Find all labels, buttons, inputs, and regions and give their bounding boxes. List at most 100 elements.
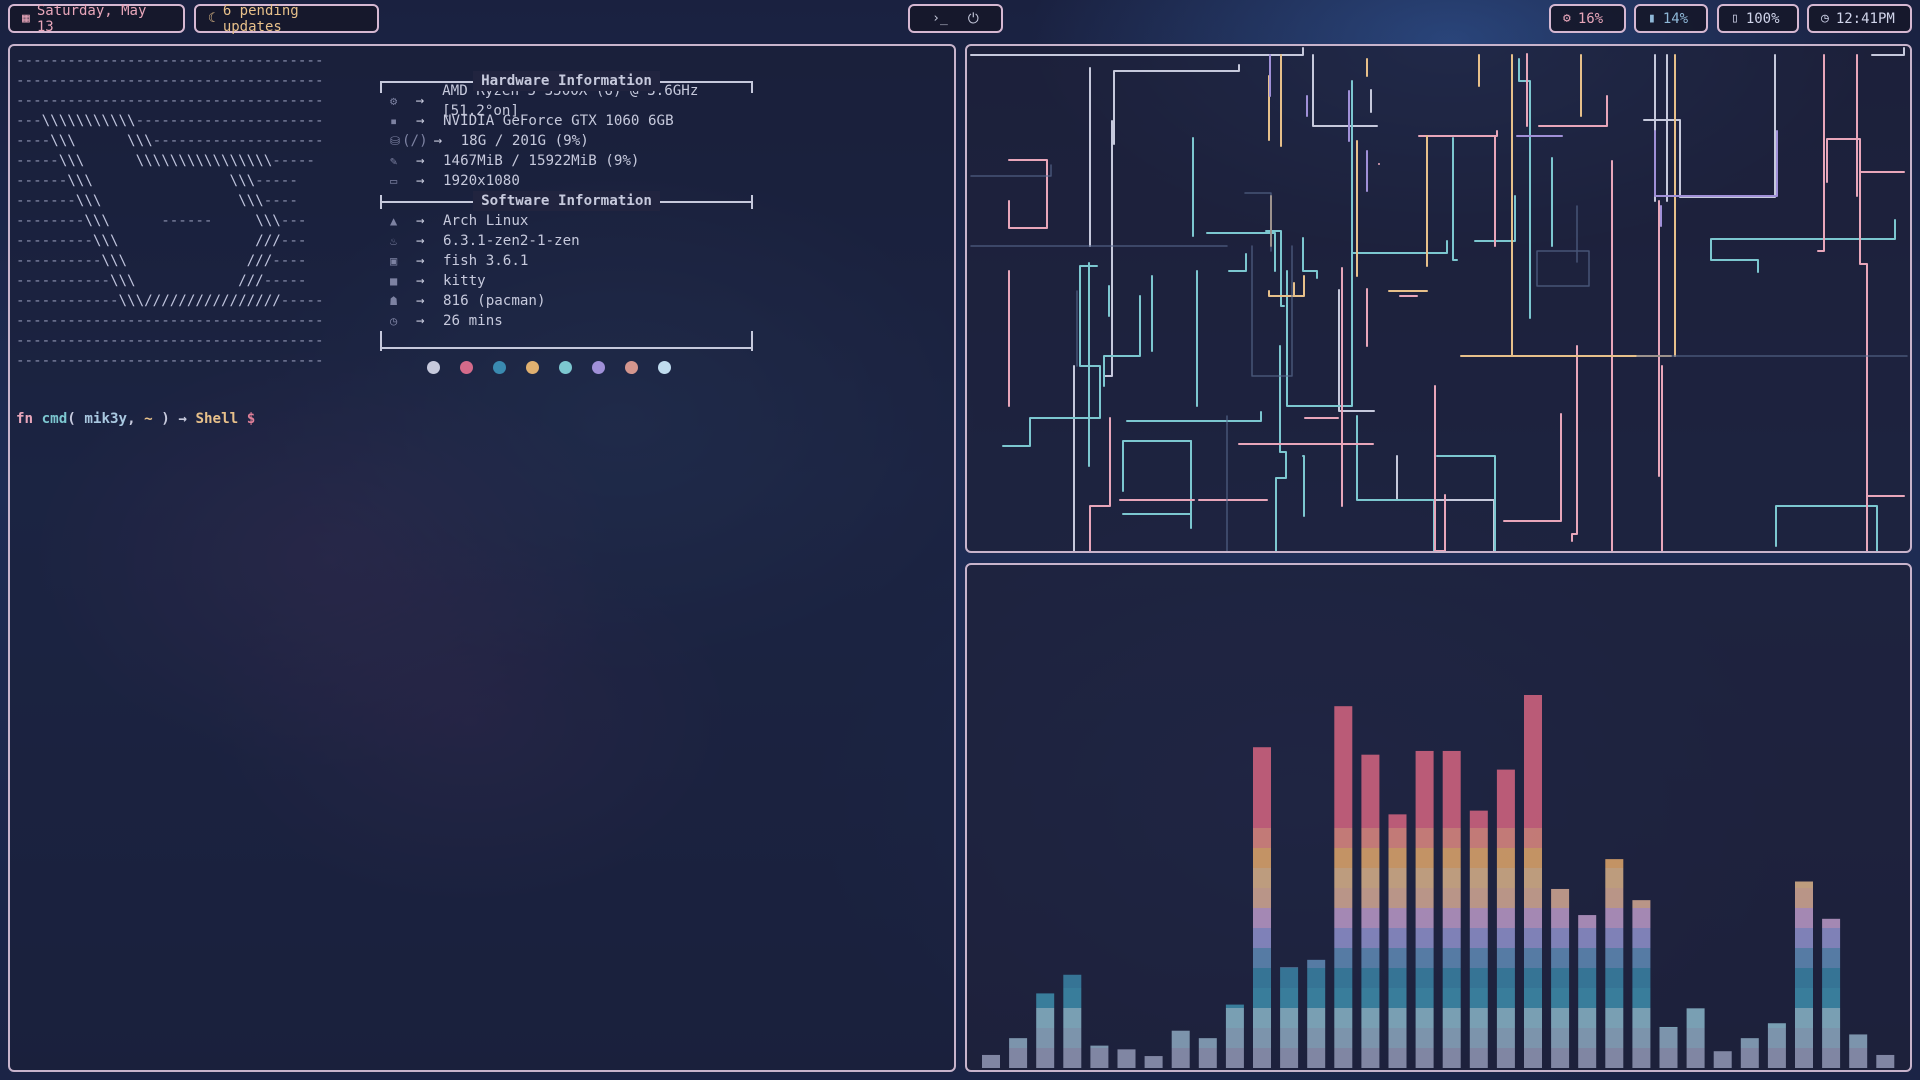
battery-icon: ▯ bbox=[1731, 11, 1739, 26]
visualizer-bar bbox=[1307, 959, 1326, 1068]
software-section-header: Software Information bbox=[380, 191, 753, 211]
visualizer-bar bbox=[1713, 1051, 1732, 1068]
visualizer-bar bbox=[1659, 1026, 1678, 1068]
battery-label: 100% bbox=[1745, 10, 1780, 27]
visualizer-bar bbox=[1036, 993, 1055, 1068]
info-row: ■ → kitty bbox=[378, 271, 778, 291]
visualizer-bar bbox=[1063, 974, 1082, 1068]
info-row: ▲ → Arch Linux bbox=[378, 211, 778, 231]
arrow: → bbox=[416, 293, 425, 309]
visualizer-bar bbox=[1740, 1038, 1759, 1068]
visualizer-bar bbox=[1524, 695, 1542, 1068]
visualizer-bar bbox=[1117, 1049, 1136, 1068]
info-value: 6.3.1-zen2-1-zen bbox=[443, 233, 580, 249]
memory-icon: ✎ bbox=[390, 154, 398, 168]
visualizer-bar bbox=[1442, 750, 1461, 1068]
arrow: → bbox=[416, 173, 425, 189]
date-widget[interactable]: ▦ Saturday, May 13 bbox=[8, 3, 185, 35]
memory-label: 14% bbox=[1662, 10, 1689, 27]
palette-dot bbox=[625, 361, 638, 374]
arrow: → bbox=[416, 153, 425, 169]
terminal-window[interactable]: ------------------------------------ ---… bbox=[8, 44, 956, 1072]
cpu-icon: ⚙ bbox=[1563, 11, 1571, 26]
updates-widget[interactable]: ☾ 6 pending updates bbox=[194, 2, 379, 35]
palette-dot bbox=[559, 361, 572, 374]
arrow: → bbox=[416, 113, 425, 129]
visualizer-bar bbox=[1225, 1004, 1244, 1068]
visualizer-bar bbox=[1605, 859, 1624, 1068]
palette-dot bbox=[658, 361, 671, 374]
prompt-shell: Shell bbox=[195, 411, 239, 427]
info-row: ⛁ (/) → 18G / 201G (9%) bbox=[378, 131, 778, 151]
clock-widget[interactable]: ◷ 12:41PM bbox=[1807, 4, 1912, 33]
text-cursor bbox=[255, 409, 263, 425]
gpu-icon: ▪ bbox=[390, 114, 398, 128]
hardware-section-header: Hardware Information bbox=[380, 71, 753, 93]
visualizer-bar bbox=[1686, 1008, 1705, 1068]
arch-logo-icon: ▲ bbox=[390, 214, 398, 228]
memory-widget[interactable]: ▮ 14% bbox=[1634, 4, 1708, 33]
cpu-widget[interactable]: ⚙ 16% bbox=[1549, 4, 1626, 33]
moon-icon: ☾ bbox=[208, 11, 216, 26]
visualizer-bar bbox=[1090, 1045, 1109, 1068]
visualizer-bar bbox=[1334, 706, 1353, 1068]
info-row: ☗ → 816 (pacman) bbox=[378, 291, 778, 311]
pipes-art bbox=[970, 47, 1908, 551]
arrow: → bbox=[416, 233, 425, 249]
prompt-dir: ~ bbox=[144, 411, 153, 427]
mount-point: (/) bbox=[402, 133, 428, 149]
clock-icon: ◷ bbox=[1821, 11, 1829, 26]
visualizer-bar bbox=[1795, 881, 1813, 1068]
arrow: → bbox=[416, 253, 425, 269]
terminal-button[interactable]: ›_ bbox=[932, 11, 948, 26]
info-value: 26 mins bbox=[443, 313, 503, 329]
arrow: → bbox=[416, 213, 425, 229]
clock-label: 12:41PM bbox=[1835, 10, 1895, 27]
info-row: ▣ → fish 3.6.1 bbox=[378, 251, 778, 271]
visualizer-bar bbox=[1280, 967, 1299, 1068]
shell-prompt[interactable]: fn cmd( mik3y, ~ ) → Shell $ bbox=[16, 409, 263, 429]
visualizer-bar bbox=[1822, 918, 1841, 1068]
visualizer-bar bbox=[1415, 750, 1434, 1068]
pipes-screensaver-window[interactable] bbox=[965, 44, 1912, 553]
visualizer-bar bbox=[1388, 814, 1407, 1068]
software-title: Software Information bbox=[473, 191, 660, 211]
center-launcher: ›_ ⏻ bbox=[908, 4, 1003, 33]
visualizer-bar bbox=[1876, 1054, 1895, 1068]
arrow: → bbox=[415, 93, 425, 109]
visualizer-bar bbox=[1361, 754, 1380, 1068]
memory-icon: ▮ bbox=[1648, 11, 1656, 26]
package-icon: ☗ bbox=[390, 294, 398, 308]
visualizer-bar bbox=[1171, 1030, 1190, 1068]
palette-dot bbox=[526, 361, 539, 374]
arrow: → bbox=[433, 133, 443, 149]
arch-ascii-logo: ------------------------------------ ---… bbox=[16, 53, 324, 369]
visualizer-bar bbox=[1632, 900, 1651, 1068]
prompt-dollar: $ bbox=[246, 411, 256, 427]
info-value: 816 (pacman) bbox=[443, 293, 546, 309]
calendar-icon: ▦ bbox=[22, 11, 30, 26]
color-palette bbox=[427, 361, 778, 374]
visualizer-bar bbox=[1144, 1056, 1163, 1068]
info-value: fish 3.6.1 bbox=[443, 253, 529, 269]
visualizer-bar bbox=[1849, 1034, 1868, 1068]
battery-widget[interactable]: ▯ 100% bbox=[1717, 4, 1799, 33]
info-value: kitty bbox=[443, 273, 486, 289]
power-icon[interactable]: ⏻ bbox=[968, 11, 979, 27]
updates-label: 6 pending updates bbox=[222, 2, 299, 35]
info-row: ♨ → 6.3.1-zen2-1-zen bbox=[378, 231, 778, 251]
visualizer-bar bbox=[1578, 915, 1597, 1068]
cpu-icon: ⚙ bbox=[390, 94, 398, 108]
terminal-icon: ■ bbox=[390, 274, 398, 288]
info-value: NVIDIA GeForce GTX 1060 6GB bbox=[443, 113, 674, 129]
prompt-arrow: → bbox=[178, 411, 187, 427]
palette-dot bbox=[493, 361, 506, 374]
palette-dot bbox=[592, 361, 605, 374]
cpu-label: 16% bbox=[1577, 10, 1604, 27]
monitor-icon: ▭ bbox=[390, 174, 398, 188]
visualizer-bar bbox=[982, 1054, 1000, 1068]
arrow: → bbox=[416, 273, 425, 289]
audio-visualizer-window[interactable] bbox=[965, 563, 1912, 1072]
hardware-title: Hardware Information bbox=[473, 71, 660, 91]
visualizer-bar bbox=[1551, 888, 1570, 1068]
